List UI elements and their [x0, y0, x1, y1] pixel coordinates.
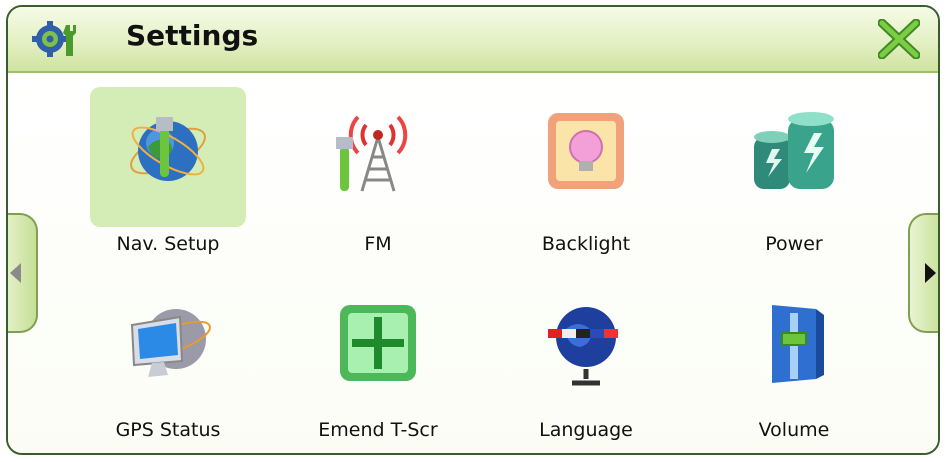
battery-icon — [754, 112, 834, 189]
globe-wrench-icon — [130, 117, 206, 181]
label-language: Language — [539, 419, 633, 441]
tile-emend-tscr[interactable] — [300, 279, 456, 419]
settings-grid: Nav. Setup FM Backlight Power GPS Status… — [8, 73, 938, 453]
chevron-right-icon — [925, 263, 936, 283]
settings-window: Settings Nav. Setup FM Backlight Power G… — [6, 5, 940, 455]
lightbulb-icon — [548, 113, 624, 189]
volume-slider-icon — [772, 305, 824, 383]
tile-language[interactable] — [508, 279, 664, 419]
globe-flags-icon — [548, 307, 618, 386]
label-power: Power — [765, 233, 823, 255]
close-x-icon — [878, 19, 920, 59]
radio-tower-icon — [336, 115, 408, 192]
window-title: Settings — [126, 19, 259, 52]
label-nav-setup: Nav. Setup — [116, 233, 220, 255]
label-backlight: Backlight — [541, 233, 631, 255]
title-bar: Settings — [8, 7, 938, 73]
tile-fm[interactable] — [300, 87, 456, 227]
settings-gear-wrench-icon — [32, 21, 76, 57]
label-fm: FM — [364, 233, 392, 255]
crosshair-screen-icon — [340, 305, 416, 381]
tile-power[interactable] — [716, 87, 872, 227]
tile-volume[interactable] — [716, 279, 872, 419]
prev-page-button[interactable] — [8, 213, 38, 333]
chevron-left-icon — [10, 263, 21, 283]
monitor-globe-icon — [130, 309, 211, 377]
label-gps-status: GPS Status — [115, 419, 221, 441]
tile-gps-status[interactable] — [90, 279, 246, 419]
tile-backlight[interactable] — [508, 87, 664, 227]
label-emend-tscr: Emend T-Scr — [318, 419, 438, 441]
tile-nav-setup[interactable] — [90, 87, 246, 227]
label-volume: Volume — [758, 419, 830, 441]
close-button[interactable] — [878, 19, 920, 59]
next-page-button[interactable] — [908, 213, 938, 333]
